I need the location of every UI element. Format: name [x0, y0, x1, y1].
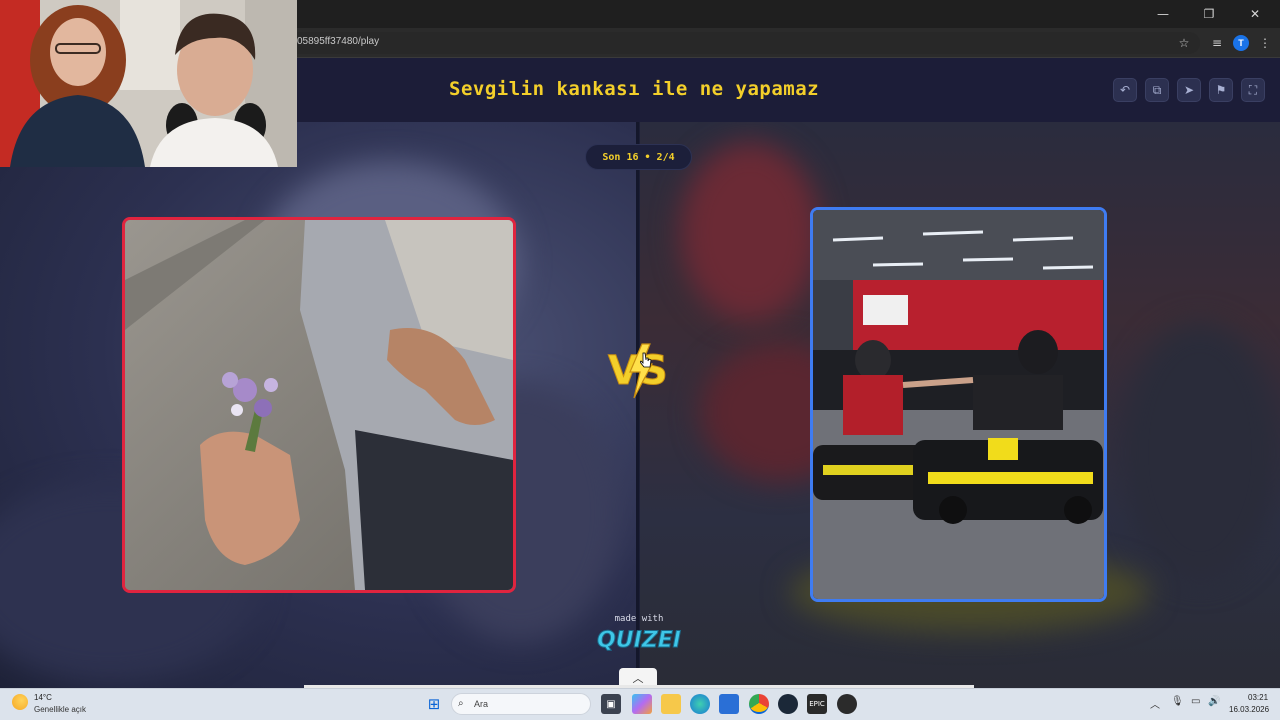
taskbar-search-placeholder[interactable]: Ara: [474, 699, 488, 709]
maximize-window-button[interactable]: ❐: [1186, 0, 1232, 28]
weather-temperature[interactable]: 14°C: [34, 693, 52, 702]
start-button[interactable]: ⊞: [424, 694, 444, 714]
close-window-button[interactable]: ✕: [1232, 0, 1278, 28]
right-choice-image: [813, 210, 1104, 599]
tray-chevron-up-icon[interactable]: ︿: [1150, 696, 1160, 711]
quiz-title: Sevgilin kankası ile ne yapamaz: [449, 78, 820, 100]
volume-icon[interactable]: 🔊: [1208, 696, 1220, 707]
clock-time[interactable]: 03:21: [1248, 693, 1268, 702]
bookmark-star-icon[interactable]: ☆: [1175, 34, 1193, 52]
right-choice-card[interactable]: [810, 207, 1107, 602]
windows-icon: ⊞: [427, 695, 441, 713]
left-choice-image: [125, 220, 513, 590]
webcam-overlay: [0, 0, 297, 167]
stage-divider: [636, 122, 639, 688]
steam-icon[interactable]: [778, 694, 798, 714]
fullscreen-button[interactable]: ⛶: [1241, 78, 1265, 102]
weather-description[interactable]: Genellikle açık: [34, 705, 86, 714]
copilot-icon[interactable]: [632, 694, 652, 714]
store-icon[interactable]: [719, 694, 739, 714]
copy-icon: ⧉: [1152, 82, 1162, 97]
task-view-icon[interactable]: ▣: [601, 694, 621, 714]
made-with-label: made with: [614, 614, 664, 624]
weather-icon[interactable]: [12, 694, 28, 710]
report-button[interactable]: ⚑: [1209, 78, 1233, 102]
send-icon: ➤: [1183, 83, 1195, 97]
profile-avatar[interactable]: T: [1233, 35, 1249, 51]
url-text[interactable]: 05895ff37480/play: [297, 35, 379, 49]
flag-icon: ⚑: [1215, 83, 1227, 97]
left-choice-card[interactable]: [122, 217, 516, 593]
webcam-image: [0, 0, 297, 167]
minimize-window-button[interactable]: —: [1140, 0, 1186, 28]
undo-button[interactable]: ↶: [1113, 78, 1137, 102]
chrome-icon[interactable]: [749, 694, 769, 714]
search-icon: ⌕: [458, 698, 464, 709]
chevron-up-icon: ︿: [632, 672, 644, 685]
fullscreen-icon: ⛶: [1248, 82, 1258, 97]
copy-button[interactable]: ⧉: [1145, 78, 1169, 102]
file-explorer-icon[interactable]: [661, 694, 681, 714]
edge-icon[interactable]: [690, 694, 710, 714]
round-indicator: Son 16 • 2/4: [585, 144, 692, 170]
vs-icon: VS: [608, 343, 668, 399]
share-button[interactable]: ➤: [1177, 78, 1201, 102]
microphone-icon[interactable]: 🎙: [1171, 696, 1184, 707]
svg-text:QUIZEI: QUIZEI: [597, 628, 681, 653]
clock-date[interactable]: 16.03.2026: [1229, 705, 1269, 714]
browser-menu-icon[interactable]: ⋮: [1256, 34, 1274, 52]
undo-icon: ↶: [1119, 83, 1131, 97]
quizei-logo[interactable]: QUIZEI: [594, 624, 684, 654]
address-bar[interactable]: [280, 32, 1200, 54]
taskbar-search[interactable]: [451, 693, 591, 715]
app-notification-icon[interactable]: [837, 694, 857, 714]
media-controls-icon[interactable]: ≡: [1208, 34, 1226, 52]
mouse-cursor-icon: [640, 352, 652, 368]
epic-games-icon[interactable]: EPIC: [807, 694, 827, 714]
network-icon[interactable]: ▭: [1191, 696, 1200, 707]
